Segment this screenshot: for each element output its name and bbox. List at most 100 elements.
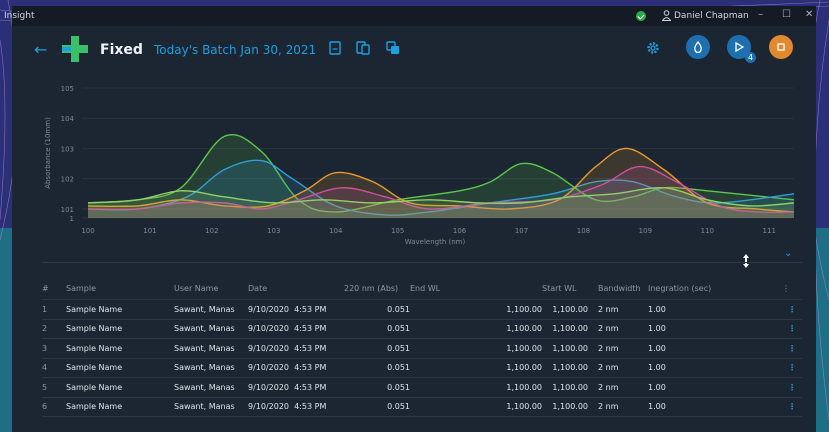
col-date-header[interactable]: Date	[248, 277, 344, 300]
user-name[interactable]: Daniel Chapman	[674, 11, 749, 21]
col-sample-header[interactable]: Sample	[66, 277, 174, 300]
col-bandwidth-header[interactable]: Bandwidth	[588, 277, 642, 300]
droplet-icon	[694, 41, 702, 53]
row-date: 9/10/2020 4:53 PM	[248, 377, 344, 398]
row-options-kebab-icon[interactable]: ⋮	[782, 357, 802, 378]
col-end-wl-header[interactable]: End WL	[410, 277, 542, 300]
x-tick-label: 104	[329, 227, 343, 235]
table-row[interactable]: 1 Sample Name Sawant, Manas 9/10/2020 4:53 …	[42, 299, 802, 320]
col-user-header[interactable]: User Name	[174, 277, 248, 300]
blank-measure-button[interactable]	[686, 35, 710, 59]
x-tick-label: 102	[205, 227, 218, 235]
row-bandwidth: 2 nm	[588, 318, 642, 339]
col-abs-header[interactable]: 220 nm (Abs)	[344, 277, 410, 300]
mode-title: Fixed	[100, 42, 143, 58]
row-start-wl: 1,100.00	[542, 377, 588, 398]
row-user-name: Sawant, Manas	[174, 318, 248, 339]
y-axis-label: Absorbance (10mm)	[44, 117, 52, 189]
row-abs-value: 0.051	[344, 377, 410, 398]
row-integration: 1.00	[642, 318, 782, 339]
row-time-value: 4:53 PM	[294, 402, 327, 412]
row-end-wl: 1,100.00	[410, 338, 542, 359]
spectrum-chart: 105 104 103 102 101 1 100 101 102 103 104 105 106 107…	[12, 76, 816, 256]
column-options-kebab-icon[interactable]: ⋮	[782, 277, 802, 300]
status-ok-icon	[636, 11, 646, 21]
row-time-value: 4:53 PM	[294, 343, 327, 353]
col-index-header: #	[42, 283, 49, 293]
row-integration: 1.00	[642, 357, 782, 378]
row-date: 9/10/2020 4:53 PM	[248, 357, 344, 378]
row-start-wl: 1,100.00	[542, 299, 588, 320]
stop-button[interactable]	[769, 35, 793, 59]
row-end-wl: 1,100.00	[410, 318, 542, 339]
table-row[interactable]: 6 Sample Name Sawant, Manas 9/10/2020 4:53 …	[42, 396, 802, 417]
row-options-kebab-icon[interactable]: ⋮	[782, 396, 802, 417]
close-button[interactable]: ✕	[805, 9, 813, 20]
row-end-wl: 1,100.00	[410, 299, 542, 320]
row-abs-value: 0.051	[344, 318, 410, 339]
table-row[interactable]: 2 Sample Name Sawant, Manas 9/10/2020 4:53 …	[42, 318, 802, 339]
table-row[interactable]: 4 Sample Name Sawant, Manas 9/10/2020 4:53 …	[42, 357, 802, 378]
x-tick-label: 100	[81, 227, 94, 235]
maximize-button[interactable]: ☐	[782, 9, 791, 20]
y-tick-label: 1	[70, 215, 74, 223]
y-tick-label: 101	[61, 206, 74, 214]
copy-document-icon[interactable]	[356, 41, 370, 55]
collapse-chart-chevron-icon[interactable]: ⌄	[784, 248, 792, 259]
stop-icon	[777, 43, 785, 51]
row-date-value: 9/10/2020	[248, 382, 290, 392]
col-integration-header[interactable]: Inegration (sec)	[642, 277, 782, 300]
chart-table-divider	[42, 262, 802, 263]
row-integration: 1.00	[642, 338, 782, 359]
row-start-wl: 1,100.00	[542, 357, 588, 378]
row-user-name: Sawant, Manas	[174, 377, 248, 398]
document-icon[interactable]	[328, 41, 342, 55]
minimize-button[interactable]: –	[758, 9, 763, 20]
row-time-value: 4:53 PM	[294, 363, 327, 373]
row-sample-name: Sample Name	[66, 357, 174, 378]
title-bar: Insight Daniel Chapman – ☐ ✕	[4, 6, 816, 26]
row-options-kebab-icon[interactable]: ⋮	[782, 338, 802, 359]
x-tick-label: 109	[639, 227, 652, 235]
row-end-wl: 1,100.00	[410, 357, 542, 378]
settings-gear-icon[interactable]	[646, 41, 660, 55]
row-options-kebab-icon[interactable]: ⋮	[782, 318, 802, 339]
row-user-name: Sawant, Manas	[174, 338, 248, 359]
col-start-wl-header[interactable]: Start WL	[542, 277, 588, 300]
y-tick-label: 104	[61, 115, 75, 123]
row-index: 2	[42, 318, 66, 339]
row-time-value: 4:53 PM	[294, 382, 327, 392]
samples-table: # Sample User Name Date 220 nm (Abs) End…	[42, 277, 802, 417]
row-index: 3	[42, 338, 66, 359]
row-abs-value: 0.051	[344, 396, 410, 417]
row-end-wl: 1,100.00	[410, 377, 542, 398]
row-date: 9/10/2020 4:53 PM	[248, 338, 344, 359]
row-sample-name: Sample Name	[66, 318, 174, 339]
batch-title[interactable]: Today's Batch Jan 30, 2021	[154, 43, 316, 57]
row-date: 9/10/2020 4:53 PM	[248, 318, 344, 339]
user-icon	[662, 10, 671, 21]
x-tick-label: 106	[453, 227, 467, 235]
app-name: Insight	[4, 11, 35, 21]
row-abs-value: 0.051	[344, 299, 410, 320]
row-start-wl: 1,100.00	[542, 396, 588, 417]
row-integration: 1.00	[642, 299, 782, 320]
row-bandwidth: 2 nm	[588, 377, 642, 398]
row-time-value: 4:53 PM	[294, 324, 327, 334]
row-options-kebab-icon[interactable]: ⋮	[782, 377, 802, 398]
duplicate-icon[interactable]	[386, 41, 400, 55]
table-row[interactable]: 3 Sample Name Sawant, Manas 9/10/2020 4:53 …	[42, 338, 802, 359]
x-axis-label: Wavelength (nm)	[405, 238, 466, 246]
back-button[interactable]: ←	[34, 40, 47, 59]
chart-svg: 1051041031021011100 101 102 103 104 105 106 107…	[44, 85, 795, 246]
app-window: Insight Daniel Chapman – ☐ ✕ ← Fixed Tod…	[4, 6, 816, 432]
row-date-value: 9/10/2020	[248, 363, 290, 373]
row-abs-value: 0.051	[344, 338, 410, 359]
row-date-value: 9/10/2020	[248, 402, 290, 412]
row-start-wl: 1,100.00	[542, 318, 588, 339]
x-tick-label: 108	[577, 227, 590, 235]
table-row[interactable]: 5 Sample Name Sawant, Manas 9/10/2020 4:53 …	[42, 377, 802, 398]
row-index: 4	[42, 357, 66, 378]
row-options-kebab-icon[interactable]: ⋮	[782, 299, 802, 320]
row-end-wl: 1,100.00	[410, 396, 542, 417]
